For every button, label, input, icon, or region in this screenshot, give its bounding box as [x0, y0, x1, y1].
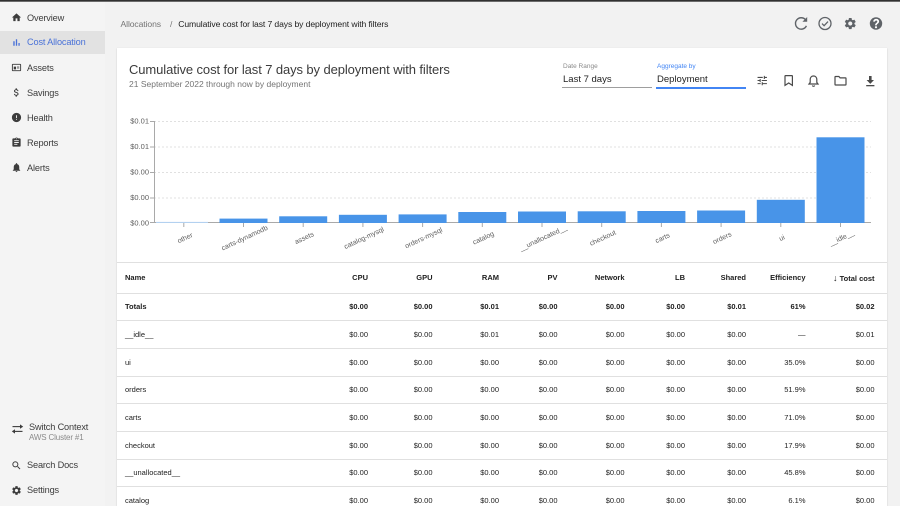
svg-text:other: other	[177, 232, 195, 245]
svg-text:$0.00: $0.00	[130, 193, 149, 202]
svg-text:carts-dynamodb: carts-dynamodb	[221, 225, 270, 253]
svg-text:$0.00: $0.00	[130, 168, 149, 177]
svg-text:__unallocated__: __unallocated__	[518, 225, 569, 254]
svg-text:carts: carts	[654, 232, 671, 245]
svg-text:catalog-mysql: catalog-mysql	[343, 226, 385, 251]
svg-text:catalog: catalog	[472, 231, 496, 247]
svg-text:$0.01: $0.01	[130, 142, 149, 151]
svg-text:__idle__: __idle__	[827, 230, 855, 248]
svg-text:orders-mysql: orders-mysql	[404, 227, 444, 251]
svg-text:orders: orders	[712, 231, 733, 246]
svg-text:$0.01: $0.01	[130, 117, 149, 126]
svg-text:checkout: checkout	[589, 230, 617, 248]
svg-text:ui: ui	[778, 234, 786, 243]
svg-text:assets: assets	[294, 231, 316, 246]
svg-text:$0.00: $0.00	[130, 219, 149, 228]
